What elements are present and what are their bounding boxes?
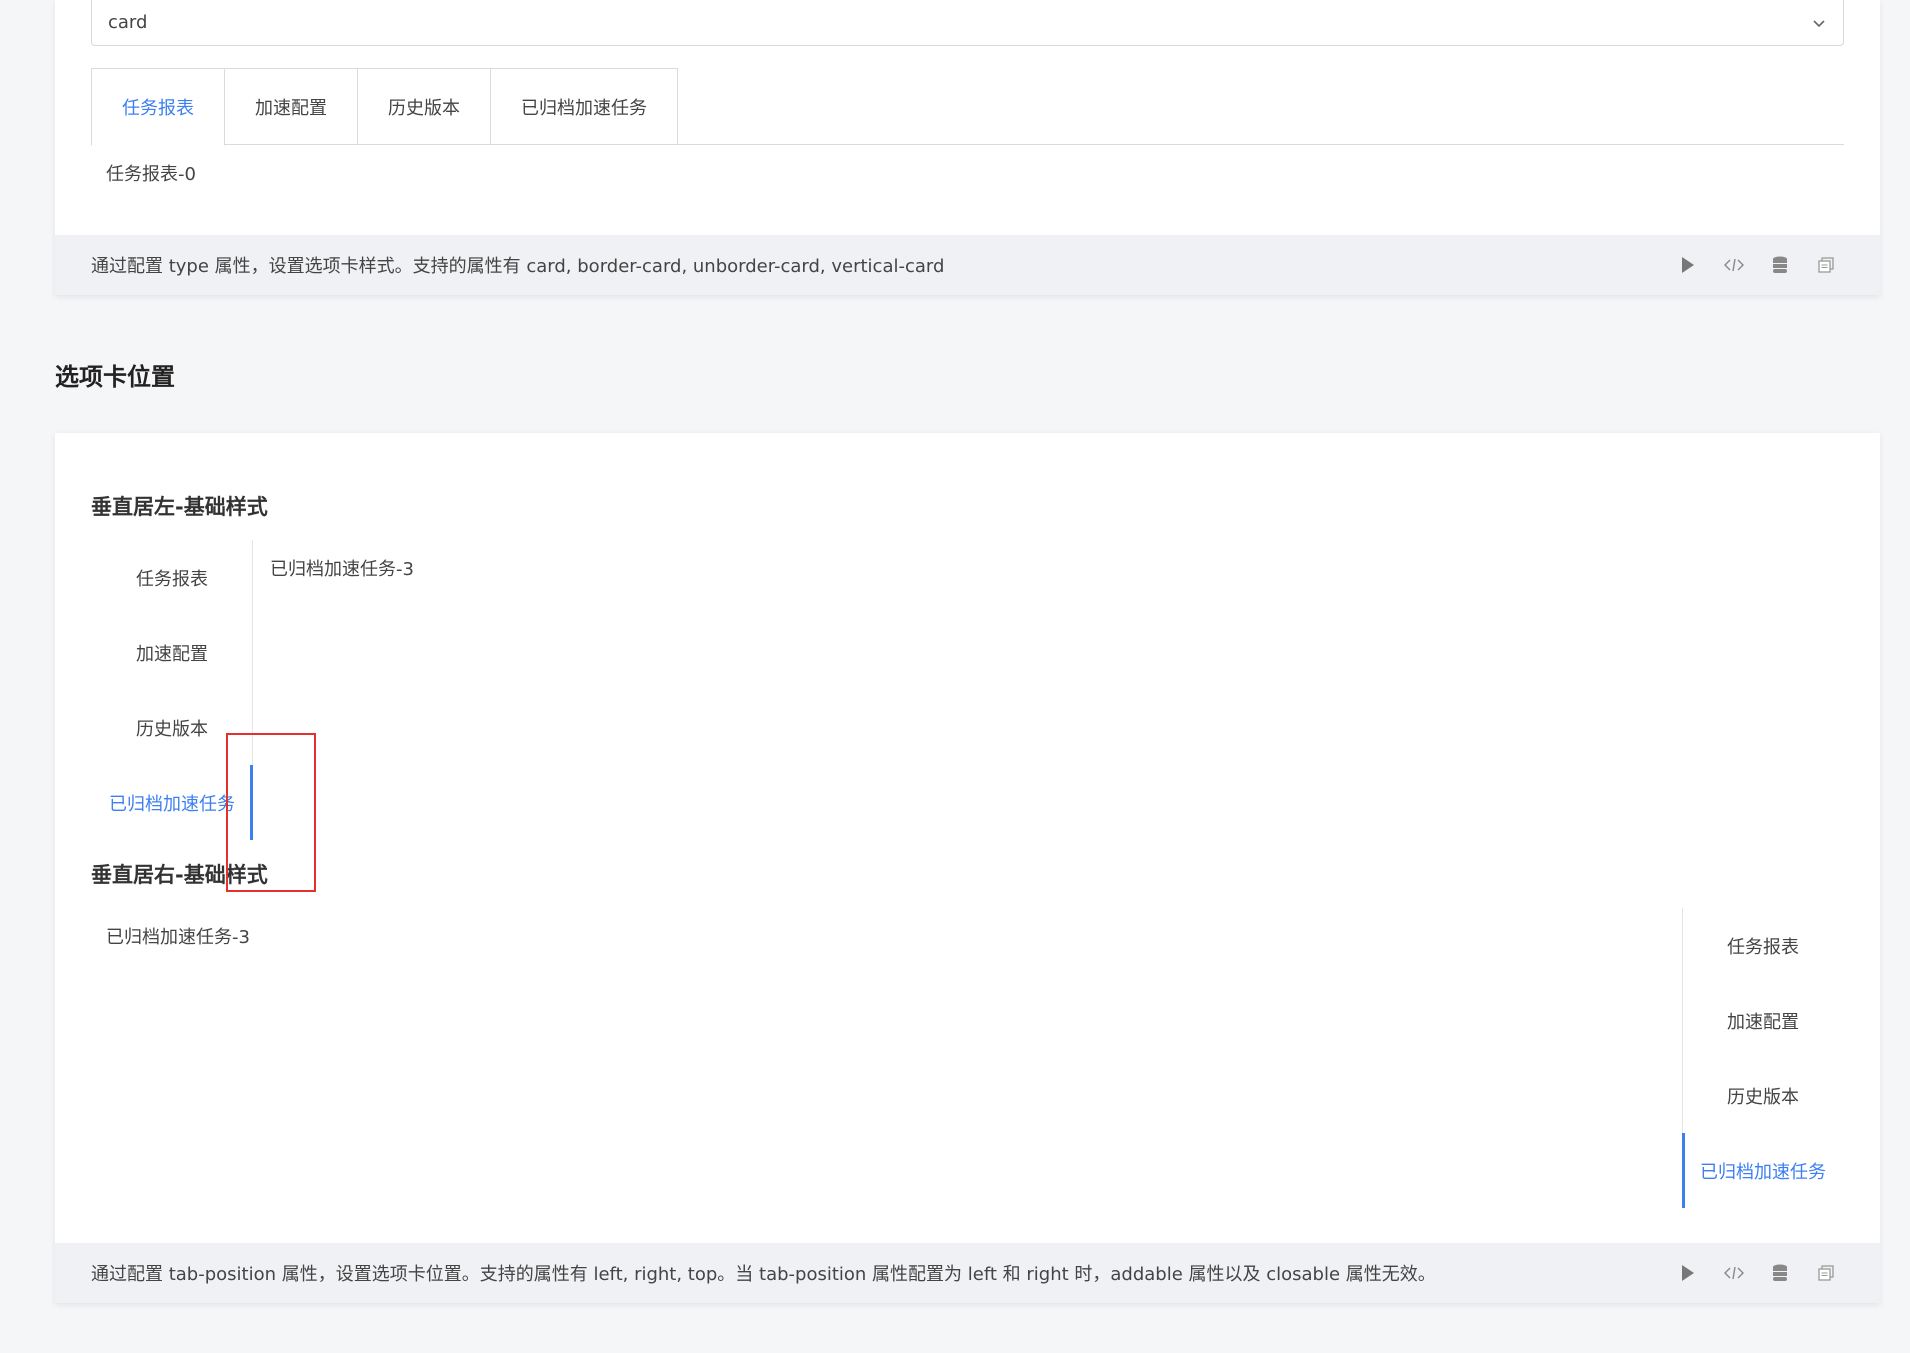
footer-actions bbox=[1678, 255, 1836, 275]
left-tab-panel-content: 已归档加速任务-3 bbox=[270, 559, 414, 580]
vtab-task-report[interactable]: 任务报表 bbox=[1682, 908, 1844, 983]
right-tab-panel-content: 已归档加速任务-3 bbox=[106, 927, 250, 948]
tab-panel-content: 任务报表-0 bbox=[106, 164, 196, 185]
code-icon[interactable] bbox=[1724, 1263, 1744, 1283]
vtab-archived-tasks[interactable]: 已归档加速任务 bbox=[91, 765, 253, 840]
tabs-type-demo-card: card 任务报表 加速配置 历史版本 已归档加速任务 任务报表-0 通过配置 … bbox=[55, 0, 1880, 295]
tab-task-report[interactable]: 任务报表 bbox=[91, 68, 225, 146]
tab-archived-tasks[interactable]: 已归档加速任务 bbox=[491, 68, 678, 145]
vtab-history-version[interactable]: 历史版本 bbox=[1682, 1058, 1844, 1133]
copy-icon[interactable] bbox=[1816, 1263, 1836, 1283]
left-demo-title: 垂直居左-基础样式 bbox=[91, 495, 268, 519]
database-icon[interactable] bbox=[1770, 1263, 1790, 1283]
vertical-tabs-left: 任务报表 加速配置 历史版本 已归档加速任务 bbox=[91, 540, 253, 840]
vertical-tabs-right: 任务报表 加速配置 历史版本 已归档加速任务 bbox=[1682, 908, 1844, 1208]
play-icon[interactable] bbox=[1678, 255, 1698, 275]
demo-footer: 通过配置 type 属性，设置选项卡样式。支持的属性有 card, border… bbox=[55, 235, 1880, 295]
right-demo-title: 垂直居右-基础样式 bbox=[91, 863, 268, 887]
demo-description: 通过配置 type 属性，设置选项卡样式。支持的属性有 card, border… bbox=[91, 256, 945, 277]
copy-icon[interactable] bbox=[1816, 255, 1836, 275]
section-title: 选项卡位置 bbox=[55, 363, 175, 391]
vtab-task-report[interactable]: 任务报表 bbox=[91, 540, 253, 615]
tab-history-version[interactable]: 历史版本 bbox=[358, 68, 491, 145]
tabs-position-demo-card: 垂直居左-基础样式 任务报表 加速配置 历史版本 已归档加速任务 已归档加速任务… bbox=[55, 433, 1880, 1303]
code-icon[interactable] bbox=[1724, 255, 1744, 275]
demo-footer: 通过配置 tab-position 属性，设置选项卡位置。支持的属性有 left… bbox=[55, 1243, 1880, 1303]
vtab-acceleration-config[interactable]: 加速配置 bbox=[1682, 983, 1844, 1058]
vtab-history-version[interactable]: 历史版本 bbox=[91, 690, 253, 765]
vtab-archived-tasks[interactable]: 已归档加速任务 bbox=[1682, 1133, 1844, 1208]
chevron-down-icon bbox=[1811, 15, 1827, 31]
demo-description: 通过配置 tab-position 属性，设置选项卡位置。支持的属性有 left… bbox=[91, 1264, 1436, 1285]
play-icon[interactable] bbox=[1678, 1263, 1698, 1283]
tab-type-select[interactable]: card bbox=[91, 0, 1844, 46]
vtab-acceleration-config[interactable]: 加速配置 bbox=[91, 615, 253, 690]
tab-acceleration-config[interactable]: 加速配置 bbox=[225, 68, 358, 145]
database-icon[interactable] bbox=[1770, 255, 1790, 275]
footer-actions bbox=[1678, 1263, 1836, 1283]
tab-type-select-value: card bbox=[108, 12, 148, 33]
card-tabs: 任务报表 加速配置 历史版本 已归档加速任务 bbox=[91, 68, 1844, 146]
